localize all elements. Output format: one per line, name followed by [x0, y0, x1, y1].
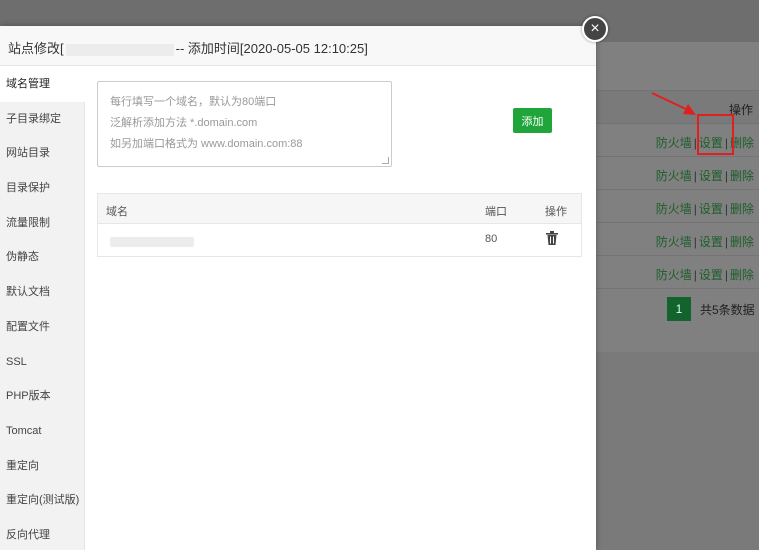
sidebar-item-reverse-proxy[interactable]: 反向代理	[0, 518, 84, 550]
delete-link[interactable]: 删除	[730, 268, 754, 282]
sidebar-item-domain-management[interactable]: 域名管理	[0, 67, 85, 102]
background-table-row: 防火墙 | 设置 | 删除	[596, 190, 759, 223]
table-header: 域名 端口 操作	[98, 194, 581, 224]
add-domain-button[interactable]: 添加	[513, 108, 552, 133]
port-cell: 80	[485, 233, 498, 245]
placeholder-line: 如另加端口格式为 www.domain.com:88	[110, 138, 303, 150]
trash-icon[interactable]	[546, 231, 558, 245]
background-table-row: 防火墙 | 设置 | 删除	[596, 157, 759, 190]
red-arrow-icon	[651, 92, 696, 115]
table-row: 80	[98, 224, 581, 256]
sidebar-item-config-file[interactable]: 配置文件	[0, 310, 84, 345]
background-table-row: 防火墙 | 设置 | 删除	[596, 223, 759, 256]
sidebar-item-traffic-limit[interactable]: 流量限制	[0, 206, 84, 241]
sidebar-item-directory-protection[interactable]: 目录保护	[0, 171, 84, 206]
background-table-row: 防火墙 | 设置 | 删除	[596, 256, 759, 289]
redacted-site-name	[65, 43, 174, 56]
resize-handle-icon[interactable]	[382, 157, 389, 164]
delete-link[interactable]: 删除	[730, 169, 754, 183]
column-header-domain: 域名	[106, 206, 128, 218]
sidebar-item-redirect-beta[interactable]: 重定向(测试版)	[0, 483, 84, 518]
settings-link[interactable]: 设置	[699, 202, 723, 216]
pagination: 1 共5条数据	[667, 297, 755, 321]
sidebar-item-subdirectory-binding[interactable]: 子目录绑定	[0, 102, 84, 137]
delete-link[interactable]: 删除	[730, 202, 754, 216]
sidebar-item-site-directory[interactable]: 网站目录	[0, 136, 84, 171]
settings-link[interactable]: 设置	[699, 268, 723, 282]
delete-link[interactable]: 删除	[730, 235, 754, 249]
modal-header: 站点修改[-- 添加时间[2020-05-05 12:10:25]	[0, 26, 596, 66]
domain-input[interactable]: 每行填写一个域名，默认为80端口 泛解析添加方法 *.domain.com 如另…	[97, 81, 392, 167]
modal-title: 站点修改[-- 添加时间[2020-05-05 12:10:25]	[8, 41, 368, 56]
page-number-button[interactable]: 1	[667, 297, 691, 321]
firewall-link[interactable]: 防火墙	[656, 268, 692, 282]
column-header-action: 操作	[545, 206, 567, 218]
total-count-label: 共5条数据	[700, 302, 755, 317]
domain-management-panel: 每行填写一个域名，默认为80端口 泛解析添加方法 *.domain.com 如另…	[86, 67, 596, 550]
domain-table: 域名 端口 操作 80	[97, 193, 582, 257]
redacted-domain-cell	[110, 237, 194, 247]
sidebar-item-rewrite[interactable]: 伪静态	[0, 240, 84, 275]
column-header-port: 端口	[485, 206, 507, 218]
settings-link[interactable]: 设置	[699, 169, 723, 183]
settings-sidebar: 域名管理 子目录绑定 网站目录 目录保护 流量限制 伪静态 默认文档 配置文件 …	[0, 67, 85, 550]
firewall-link[interactable]: 防火墙	[656, 235, 692, 249]
placeholder-line: 每行填写一个域名，默认为80端口	[110, 96, 277, 108]
sidebar-item-tomcat[interactable]: Tomcat	[0, 414, 84, 449]
placeholder-line: 泛解析添加方法 *.domain.com	[110, 117, 258, 129]
close-modal-button[interactable]: ×	[582, 16, 608, 42]
sidebar-item-redirect[interactable]: 重定向	[0, 449, 84, 484]
firewall-link[interactable]: 防火墙	[656, 136, 692, 150]
sidebar-item-ssl[interactable]: SSL	[0, 345, 84, 380]
firewall-link[interactable]: 防火墙	[656, 169, 692, 183]
sidebar-item-default-document[interactable]: 默认文档	[0, 275, 84, 310]
firewall-link[interactable]: 防火墙	[656, 202, 692, 216]
background-table-row: 防火墙 | 设置 | 删除	[596, 124, 759, 157]
settings-link[interactable]: 设置	[699, 235, 723, 249]
sidebar-item-php-version[interactable]: PHP版本	[0, 379, 84, 414]
site-edit-modal: 站点修改[-- 添加时间[2020-05-05 12:10:25] 域名管理 子…	[0, 26, 596, 550]
settings-highlight-box	[697, 114, 734, 155]
